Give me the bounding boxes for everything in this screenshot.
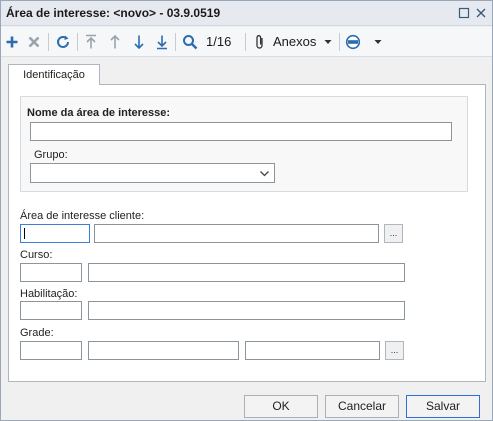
restore-icon[interactable] <box>456 5 472 21</box>
name-group-box: Nome da área de interesse: Grupo: <box>20 96 468 192</box>
plus-icon[interactable] <box>4 32 20 52</box>
workflow-icon[interactable] <box>344 32 362 52</box>
course-code-input[interactable] <box>20 263 82 282</box>
qualification-label: Habilitação: <box>20 288 78 300</box>
grade-field-2-input[interactable] <box>88 341 239 360</box>
window-title: Área de interesse: <novo> - 03.9.0519 <box>6 6 221 20</box>
attachments-button[interactable]: Anexos <box>273 32 316 52</box>
client-area-label: Área de interesse cliente: <box>20 210 145 222</box>
group-select[interactable] <box>30 163 275 183</box>
save-button[interactable]: Salvar <box>406 395 480 418</box>
cancel-button[interactable]: Cancelar <box>325 395 399 418</box>
qualification-description-input[interactable] <box>88 301 405 320</box>
grade-code-input[interactable] <box>20 341 82 360</box>
title-bar: Área de interesse: <novo> - 03.9.0519 <box>1 1 492 26</box>
grade-label: Grade: <box>20 327 54 339</box>
paperclip-icon[interactable] <box>253 32 267 52</box>
grade-lookup-button[interactable]: ... <box>385 341 404 360</box>
chevron-down-icon <box>259 165 270 182</box>
ok-button[interactable]: OK <box>244 395 318 418</box>
toolbar: 1/16 Anexos <box>1 27 492 57</box>
toolbar-separator <box>48 33 49 51</box>
chevron-down-icon[interactable] <box>372 32 384 52</box>
grade-field-3-input[interactable] <box>245 341 380 360</box>
toolbar-separator <box>245 33 246 51</box>
group-label: Grupo: <box>34 149 68 161</box>
toolbar-separator <box>175 33 176 51</box>
close-icon[interactable] <box>473 5 489 21</box>
first-icon[interactable] <box>83 32 99 52</box>
toolbar-separator <box>339 33 340 51</box>
client-area-lookup-button[interactable]: ... <box>384 224 403 243</box>
tab-identificacao[interactable]: Identificação <box>8 64 100 85</box>
course-label: Curso: <box>20 249 53 261</box>
last-icon[interactable] <box>154 32 170 52</box>
course-description-input[interactable] <box>88 263 405 282</box>
client-area-description-input[interactable] <box>94 224 379 243</box>
qualification-code-input[interactable] <box>20 301 82 320</box>
client-area-code-input[interactable] <box>20 224 90 243</box>
refresh-icon[interactable] <box>54 32 72 52</box>
dialog-window: Área de interesse: <novo> - 03.9.0519 1/… <box>0 0 493 421</box>
delete-icon[interactable] <box>26 32 42 52</box>
record-position: 1/16 <box>206 34 232 49</box>
search-icon[interactable] <box>181 32 199 52</box>
previous-icon[interactable] <box>107 32 123 52</box>
tab-panel: Nome da área de interesse: Grupo: Área d… <box>8 84 486 382</box>
chevron-down-icon[interactable] <box>322 32 334 52</box>
next-icon[interactable] <box>131 32 147 52</box>
text-caret <box>24 228 25 239</box>
name-label: Nome da área de interesse: <box>27 107 171 119</box>
name-input[interactable] <box>30 122 452 141</box>
toolbar-separator <box>77 33 78 51</box>
